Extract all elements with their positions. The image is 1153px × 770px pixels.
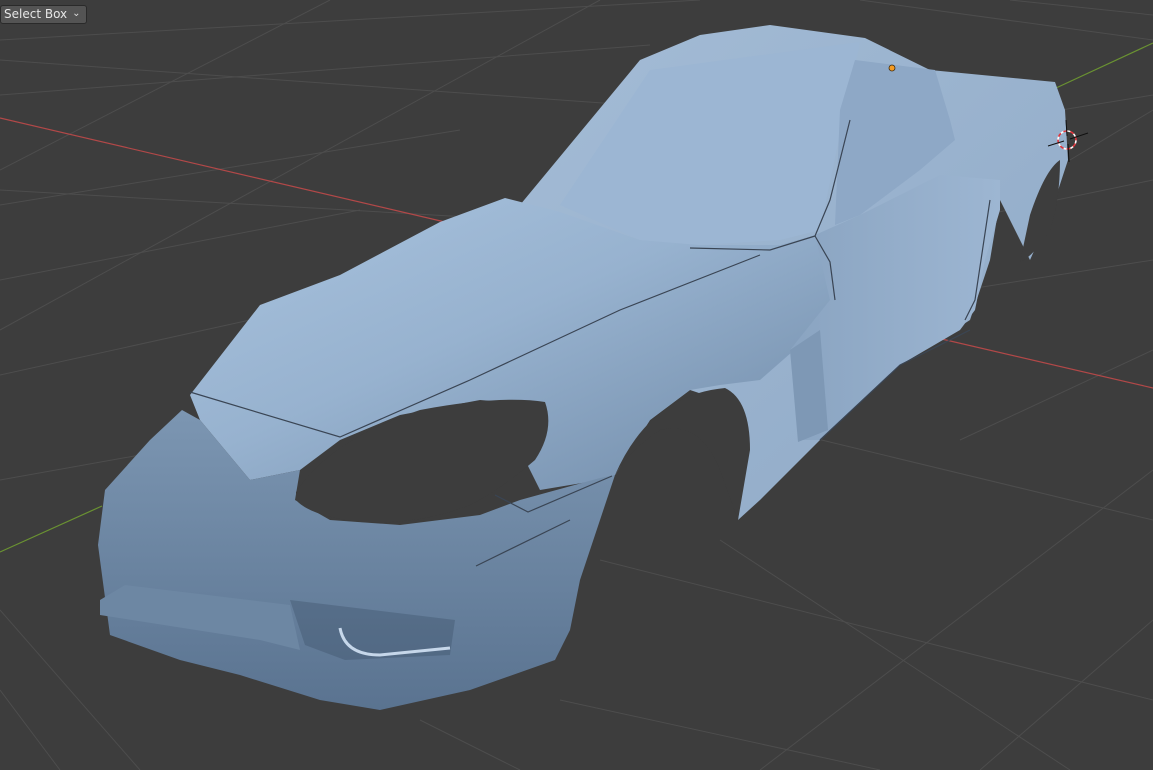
x-axis-line xyxy=(0,117,446,223)
chevron-down-icon: ⌄ xyxy=(72,8,81,19)
car-body-mesh[interactable] xyxy=(98,25,1068,710)
select-box-dropdown[interactable]: Select Box ⌄ xyxy=(0,5,87,24)
viewport-scene[interactable] xyxy=(0,0,1153,770)
select-box-label: Select Box xyxy=(4,7,68,21)
y-axis-line xyxy=(0,505,103,553)
car-windshield xyxy=(560,42,860,245)
y-axis-line-right xyxy=(1055,42,1153,89)
object-origin-point[interactable] xyxy=(888,64,896,72)
3d-viewport[interactable]: Select Box ⌄ xyxy=(0,0,1153,770)
